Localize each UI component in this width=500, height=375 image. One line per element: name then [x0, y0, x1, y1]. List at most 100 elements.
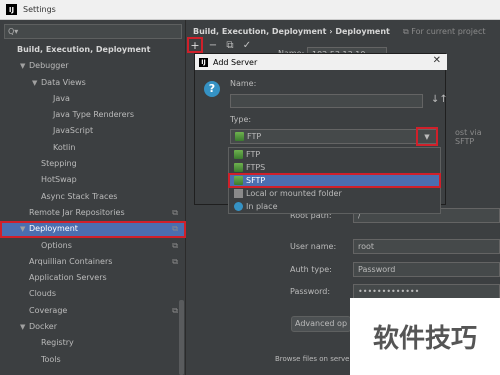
project-scope-icon: ⧉: [172, 224, 178, 234]
option-label: SFTP: [246, 176, 266, 185]
sidebar-scrollbar[interactable]: [179, 300, 184, 375]
sidebar-item-async-stack-traces[interactable]: Async Stack Traces: [0, 189, 186, 205]
close-icon[interactable]: ✕: [433, 55, 441, 66]
local-folder-icon: [234, 189, 243, 198]
sidebar-item-javascript[interactable]: JavaScript: [0, 123, 186, 139]
set-default-button[interactable]: ✓: [240, 38, 254, 52]
sidebar-item-data-views[interactable]: ▼ Data Views: [0, 75, 186, 91]
auth-type-select[interactable]: Password: [353, 262, 500, 277]
in-place-icon: [234, 202, 243, 211]
sidebar-item-arquillian-containers[interactable]: Arquillian Containers ⧉: [0, 254, 186, 270]
breadcrumb-current: Deployment: [335, 27, 390, 36]
sidebar-item-label: Deployment: [29, 224, 78, 234]
server-type-option-ftps[interactable]: FTPS: [229, 161, 440, 174]
project-scope-icon: ⧉: [172, 207, 178, 217]
search-icon: Q▾: [8, 27, 19, 36]
breadcrumb-parent: Build, Execution, Deployment: [193, 27, 327, 36]
sidebar-item-label: Data Views: [41, 77, 86, 87]
option-label: FTPS: [246, 163, 266, 172]
for-current-project-label: ⧉ For current project: [403, 27, 486, 36]
server-name-input[interactable]: [230, 94, 423, 108]
sidebar-item-java[interactable]: Java: [0, 91, 186, 107]
sidebar-item-deployment[interactable]: ▼ Deployment ⧉: [0, 221, 186, 238]
sidebar-item-label: Options: [41, 240, 72, 250]
sidebar-item-tools[interactable]: Tools: [0, 352, 186, 368]
server-type-option-in-place[interactable]: In place: [229, 200, 440, 213]
copy-server-button[interactable]: ⧉: [223, 38, 237, 52]
server-type-dropdown-list: FTP FTPS SFTP Local or mounted folder In pla…: [228, 147, 441, 214]
expand-arrow-icon[interactable]: ▼: [20, 58, 29, 74]
sidebar-item-java-type-renderers[interactable]: Java Type Renderers: [0, 107, 186, 123]
user-name-label: User name:: [290, 242, 337, 251]
sidebar-item-label: Remote Jar Repositories: [29, 207, 125, 217]
sidebar-item-label: Java Type Renderers: [53, 110, 135, 120]
project-scope-icon: ⧉: [172, 256, 178, 266]
sidebar-item-label: Arquillian Containers: [29, 256, 113, 266]
password-field[interactable]: •••••••••••••: [353, 284, 500, 299]
add-server-button[interactable]: +: [187, 37, 203, 53]
sidebar-item-docker[interactable]: ▼ Docker: [0, 319, 186, 335]
option-label: FTP: [246, 150, 261, 159]
intellij-logo-icon: IJ: [199, 57, 208, 67]
chevron-down-icon[interactable]: ▼: [416, 127, 438, 146]
sidebar-item-label: Tools: [41, 354, 61, 364]
option-label: In place: [246, 202, 278, 211]
user-name-field[interactable]: root: [353, 239, 500, 254]
sidebar-item-label: JavaScript: [53, 126, 94, 136]
sidebar-item-label: Async Stack Traces: [41, 191, 118, 201]
ftps-icon: [234, 163, 243, 172]
watermark: 软件技巧: [350, 298, 500, 375]
sort-icon[interactable]: ↓↑: [431, 94, 448, 105]
window-titlebar: IJ Settings: [0, 0, 500, 20]
dialog-title: Add Server: [213, 57, 258, 67]
dialog-type-label: Type:: [230, 115, 252, 124]
intellij-logo-icon: IJ: [6, 4, 17, 15]
expand-arrow-icon[interactable]: ▼: [32, 75, 41, 91]
sidebar-item-coverage[interactable]: Coverage ⧉: [0, 303, 186, 319]
sidebar-item-options[interactable]: Options ⧉: [0, 238, 186, 254]
sidebar-item-kotlin[interactable]: Kotlin: [0, 140, 186, 156]
window-title: Settings: [23, 5, 56, 14]
server-type-option-local-or-mounted-folder[interactable]: Local or mounted folder: [229, 187, 440, 200]
sidebar-item-label: Build, Execution, Deployment: [17, 45, 151, 54]
project-scope-icon: ⧉: [172, 240, 178, 250]
breadcrumb: Build, Execution, Deployment › Deploymen…: [193, 27, 390, 36]
dialog-name-label: Name:: [230, 79, 257, 88]
sidebar-item-label: Application Servers: [29, 273, 107, 283]
option-label: Local or mounted folder: [246, 189, 342, 198]
auth-type-label: Auth type:: [290, 265, 332, 274]
sidebar-item-registry[interactable]: Registry: [0, 335, 186, 351]
settings-sidebar: Q▾ Build, Execution, Deployment ▼ Debugger…: [0, 20, 186, 375]
browse-files-text: Browse files on serve: [275, 355, 350, 363]
sidebar-item-label: Coverage: [29, 305, 68, 315]
add-server-dialog: IJ Add Server ✕ ? Name: ↓↑ Type: FTP ▼ F…: [194, 53, 448, 214]
settings-search-input[interactable]: Q▾: [4, 24, 182, 39]
breadcrumb-separator: ›: [329, 27, 333, 36]
expand-arrow-icon[interactable]: ▼: [20, 319, 29, 335]
question-icon: ?: [204, 81, 220, 97]
project-scope-icon: ⧉: [172, 305, 178, 315]
sidebar-item-stepping[interactable]: Stepping: [0, 156, 186, 172]
expand-arrow-icon[interactable]: ▼: [20, 221, 29, 237]
ftp-icon: [234, 150, 243, 159]
sidebar-item-label: Clouds: [29, 289, 57, 299]
sftp-icon: [234, 176, 243, 185]
server-type-option-ftp[interactable]: FTP: [229, 148, 440, 161]
server-type-option-sftp[interactable]: SFTP: [228, 173, 441, 188]
advanced-options-button[interactable]: Advanced op: [291, 316, 351, 332]
settings-tree: Build, Execution, Deployment ▼ Debugger ▼ Da…: [0, 42, 186, 368]
sidebar-item-build-execution-deployment[interactable]: Build, Execution, Deployment: [0, 42, 186, 58]
ftp-icon: [235, 132, 244, 141]
sidebar-item-label: HotSwap: [41, 175, 77, 185]
remove-server-button[interactable]: −: [206, 38, 220, 52]
partial-connection-text: ost via SFTP: [455, 128, 482, 146]
sidebar-item-clouds[interactable]: Clouds: [0, 286, 186, 302]
sidebar-item-debugger[interactable]: ▼ Debugger: [0, 58, 186, 74]
sidebar-item-remote-jar-repositories[interactable]: Remote Jar Repositories ⧉: [0, 205, 186, 221]
sidebar-item-label: Stepping: [41, 159, 77, 169]
server-type-select[interactable]: FTP ▼: [230, 127, 438, 146]
sidebar-item-application-servers[interactable]: Application Servers: [0, 270, 186, 286]
server-type-value: FTP: [247, 132, 262, 141]
sidebar-item-hotswap[interactable]: HotSwap: [0, 172, 186, 188]
sidebar-item-label: Docker: [29, 322, 58, 332]
